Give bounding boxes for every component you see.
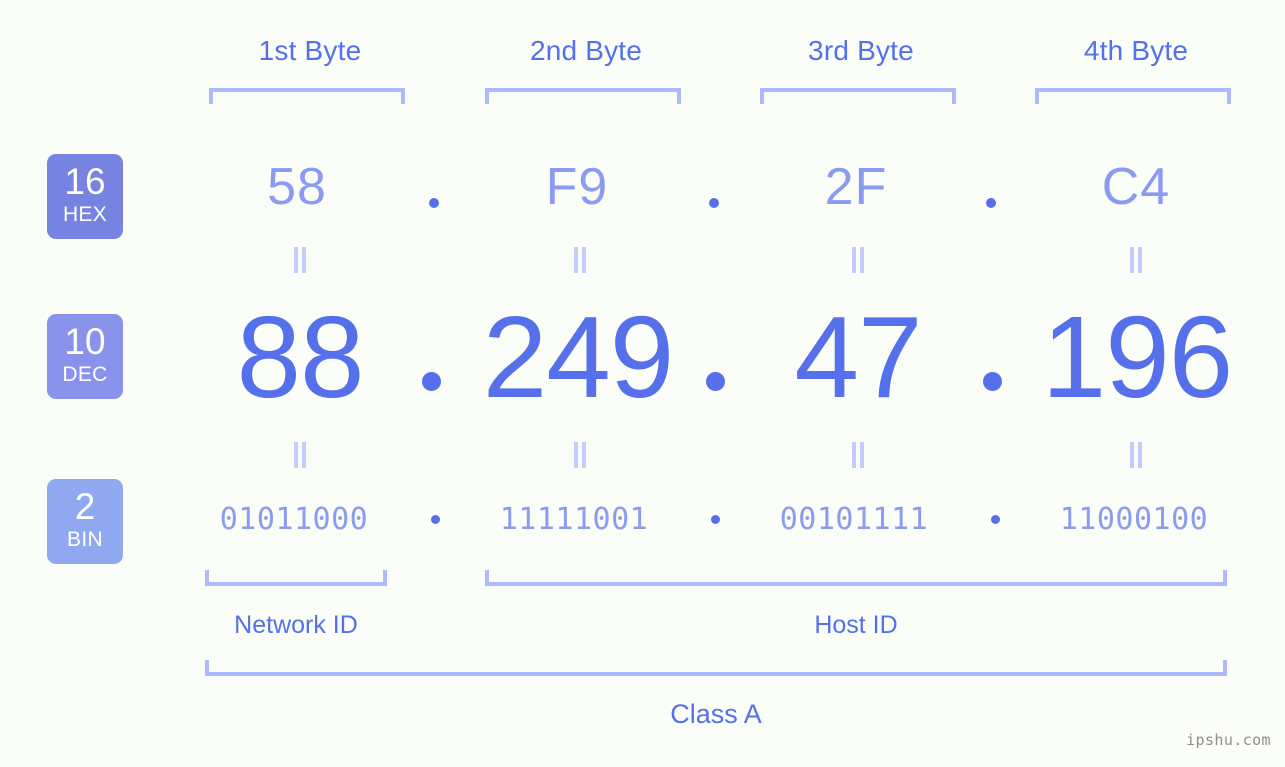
byte-header-4: 4th Byte — [1083, 35, 1189, 66]
class-bracket — [205, 660, 1227, 676]
dec-octet-4: 196 — [1041, 292, 1234, 422]
byte-bracket-1 — [209, 88, 405, 104]
watermark: ipshu.com — [1186, 731, 1271, 749]
equals-marker-hex-dec-1 — [291, 247, 309, 273]
bin-separator-2 — [711, 515, 720, 524]
byte-bracket-3 — [760, 88, 956, 104]
bin-octet-2: 11111001 — [499, 502, 649, 537]
base-badge-bin: 2 BIN — [47, 479, 123, 564]
ip-address-breakdown-diagram: 1st Byte 2nd Byte 3rd Byte 4th Byte 16 H… — [0, 0, 1285, 767]
base-badge-bin-number: 2 — [74, 486, 96, 527]
hex-separator-2 — [709, 198, 719, 208]
class-label: Class A — [670, 699, 762, 729]
network-id-label: Network ID — [234, 611, 358, 639]
bin-octet-4: 11000100 — [1059, 502, 1209, 537]
dec-octet-2: 249 — [482, 292, 675, 422]
base-badge-dec: 10 DEC — [47, 314, 123, 399]
byte-header-2: 2nd Byte — [529, 35, 643, 66]
base-badge-dec-number: 10 — [64, 321, 106, 362]
base-badge-hex-label: HEX — [62, 203, 108, 226]
byte-bracket-2 — [485, 88, 681, 104]
equals-marker-dec-bin-3 — [849, 442, 867, 468]
equals-marker-dec-bin-1 — [291, 442, 309, 468]
equals-marker-hex-dec-2 — [571, 247, 589, 273]
dec-octet-1: 88 — [236, 292, 364, 422]
hex-octet-2: F9 — [545, 158, 609, 216]
base-badge-dec-label: DEC — [62, 363, 108, 386]
host-id-label: Host ID — [814, 611, 898, 639]
bin-octet-3: 00101111 — [779, 502, 929, 537]
base-badge-hex-number: 16 — [64, 161, 106, 202]
hex-separator-1 — [429, 198, 439, 208]
base-badge-hex: 16 HEX — [47, 154, 123, 239]
byte-header-1: 1st Byte — [258, 35, 362, 66]
byte-header-3: 3rd Byte — [808, 35, 914, 66]
host-id-bracket — [485, 570, 1227, 586]
byte-bracket-4 — [1035, 88, 1231, 104]
bin-octet-1: 01011000 — [219, 502, 369, 537]
hex-octet-3: 2F — [824, 158, 888, 216]
dec-octet-3: 47 — [794, 292, 922, 422]
equals-marker-dec-bin-4 — [1127, 442, 1145, 468]
dec-separator-2 — [706, 372, 725, 391]
equals-marker-dec-bin-2 — [571, 442, 589, 468]
dec-separator-1 — [422, 372, 441, 391]
bin-separator-1 — [431, 515, 440, 524]
base-badge-bin-label: BIN — [67, 528, 103, 551]
dec-separator-3 — [983, 372, 1002, 391]
equals-marker-hex-dec-3 — [849, 247, 867, 273]
network-id-bracket — [205, 570, 387, 586]
equals-marker-hex-dec-4 — [1127, 247, 1145, 273]
hex-octet-1: 58 — [267, 158, 327, 216]
hex-octet-4: C4 — [1101, 158, 1171, 216]
bin-separator-3 — [991, 515, 1000, 524]
hex-separator-3 — [986, 198, 996, 208]
